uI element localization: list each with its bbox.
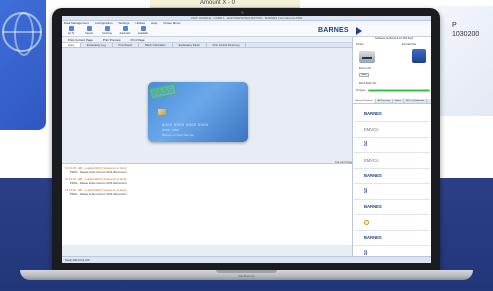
encoder-label: Encoder/Ver bbox=[402, 43, 417, 46]
printer-id: Barnes 001 bbox=[359, 67, 372, 70]
camera-icon bbox=[241, 11, 244, 14]
card-chip-icon bbox=[158, 109, 166, 115]
ribbon-go-to-button[interactable]: Go To bbox=[64, 26, 78, 36]
background-right-text-1: P bbox=[452, 22, 457, 29]
emvco-logo: EMVCo bbox=[364, 126, 379, 132]
ring-icon bbox=[364, 219, 369, 225]
background-panel-right bbox=[438, 6, 493, 116]
tab-batch-information[interactable]: Batch Information bbox=[139, 43, 173, 47]
progress-bar-fill bbox=[369, 90, 429, 91]
ribbon-continue-button[interactable]: Continue bbox=[100, 26, 114, 36]
barnes-logo: BARNES bbox=[364, 111, 382, 116]
printer-slot bbox=[362, 57, 372, 59]
contactless-icon: )) bbox=[364, 141, 368, 147]
ribbon-cancel-button[interactable]: Cancel bbox=[82, 26, 96, 36]
barnes-logo: BARNES bbox=[364, 235, 382, 240]
printer-label: Printer bbox=[356, 43, 364, 46]
ribbon-available-button[interactable]: Available bbox=[136, 26, 150, 36]
tab-selected-products[interactable]: Selected Products bbox=[353, 99, 376, 103]
barnes-logo: BARNES bbox=[364, 173, 382, 178]
ribbon-automatic-button[interactable]: Automatic bbox=[118, 26, 132, 36]
card-number: 8000 0000 0000 0000 bbox=[162, 122, 209, 127]
start-button[interactable]: Start bbox=[359, 73, 369, 77]
print-preview-button[interactable]: Print Preview bbox=[103, 37, 121, 42]
arrow-icon bbox=[68, 26, 74, 31]
log-panel bbox=[62, 163, 352, 245]
background-document-text: Amount X - 0 bbox=[200, 0, 236, 6]
batch-state: Batch Batch 001 bbox=[359, 82, 377, 85]
log-row-message: PDOL - Delete Index found in DOL/Documen… bbox=[70, 192, 127, 196]
play-icon bbox=[104, 26, 110, 31]
emvco-logo: EMVCo bbox=[364, 157, 379, 163]
laptop-notch bbox=[216, 270, 277, 273]
tab-status[interactable]: Status bbox=[393, 99, 405, 103]
card-expiry: 00/00 - 0000 bbox=[162, 128, 179, 132]
gear-icon bbox=[122, 26, 128, 31]
laptop-brand-label: MacBook Air bbox=[238, 274, 255, 278]
globe-icon bbox=[2, 12, 42, 56]
log-row-message: PDOL - Delete Index found in DOL/Documen… bbox=[70, 181, 127, 185]
background-right-text-2: 1030200 bbox=[452, 31, 480, 38]
log-row-message: PDOL - Delete Index found in DOL/Documen… bbox=[70, 170, 127, 174]
encoder-icon bbox=[412, 49, 426, 63]
card-holder: Barnes on Card Sample bbox=[162, 133, 195, 137]
cancel-icon bbox=[86, 26, 92, 31]
print-page-button[interactable]: Print Page bbox=[131, 37, 145, 42]
tab-input[interactable]: Input bbox=[62, 43, 81, 47]
tab-print-control-log[interactable]: Print Control Panel Log bbox=[207, 43, 247, 47]
contactless-icon: )) bbox=[364, 187, 368, 194]
barnes-logo: BARNES bbox=[364, 204, 382, 209]
list-icon bbox=[140, 26, 146, 31]
tab-explanatory-panel[interactable]: Explanatory Panel bbox=[173, 43, 207, 47]
tab-all-card-log[interactable]: All Card Log bbox=[376, 99, 393, 103]
tab-post-report[interactable]: Post Report bbox=[113, 43, 140, 47]
ribbon: Go To Cancel Continue Automatic Availabl… bbox=[62, 25, 310, 37]
right-panel-tabs: Selected Products All Card Log Status EP… bbox=[353, 99, 431, 104]
contactless-icon: )) bbox=[364, 249, 368, 256]
brand-logo: BARNES bbox=[318, 27, 349, 34]
tab-explanatory-log[interactable]: Explanatory Log bbox=[81, 43, 113, 47]
license-header: Software Authorized for 365 days bbox=[375, 37, 414, 40]
full-card-page-toggle[interactable]: Full Card Page bbox=[335, 161, 352, 164]
print-current-page-button[interactable]: Print Current Page bbox=[68, 37, 93, 42]
progress-label: Progress bbox=[356, 89, 366, 92]
tab-eps-qualification[interactable]: EPS / Qualification bbox=[404, 99, 428, 103]
